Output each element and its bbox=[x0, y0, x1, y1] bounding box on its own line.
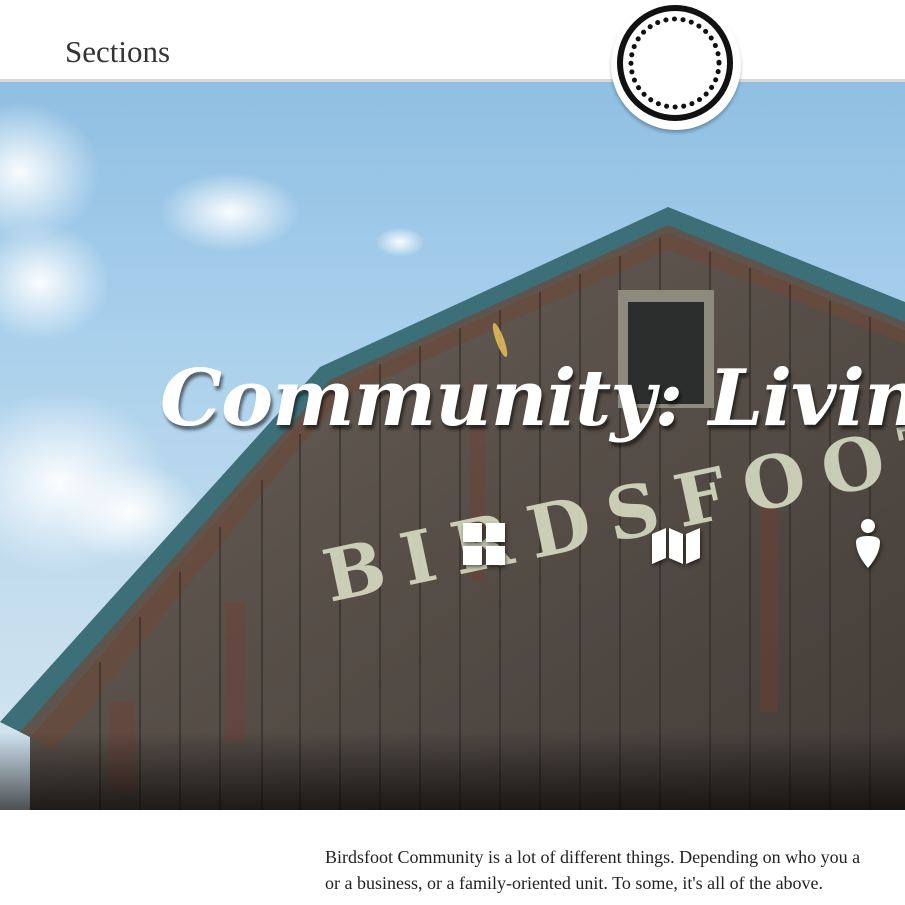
top-header-bar: Sections bbox=[0, 0, 905, 82]
hero-banner: BIRDSFOOT Community: Living bbox=[0, 82, 905, 810]
sections-menu-link[interactable]: Sections bbox=[65, 36, 170, 67]
hero-nav-icons bbox=[0, 82, 905, 810]
grid-icon[interactable] bbox=[462, 522, 506, 566]
map-icon[interactable] bbox=[652, 528, 700, 564]
location-pin-icon[interactable] bbox=[852, 518, 886, 570]
dotted-circle-logo-icon bbox=[617, 5, 733, 121]
site-logo-badge[interactable] bbox=[611, 0, 741, 130]
intro-line-1: Birdsfoot Community is a lot of differen… bbox=[325, 847, 861, 867]
intro-line-2: or a business, or a family-oriented unit… bbox=[325, 873, 824, 893]
intro-paragraph: Birdsfoot Community is a lot of differen… bbox=[325, 844, 905, 896]
